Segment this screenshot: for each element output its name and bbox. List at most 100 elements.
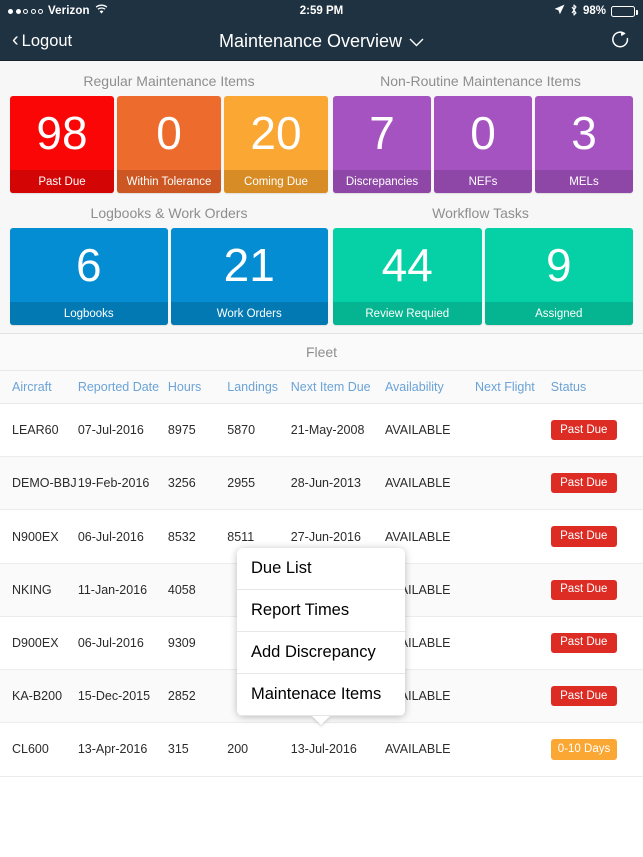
table-row[interactable]: LEAR60 07-Jul-2016 8975 5870 21-May-2008 AVAI… [0, 403, 643, 458]
page-title-label: Maintenance Overview [218, 30, 403, 51]
page-title: Maintenance Overview [0, 31, 643, 52]
tile-past-due[interactable]: 98 Past Due [10, 96, 114, 193]
table-row[interactable]: CL600 13-Apr-2016 315 200 13-Jul-2016 AVAILAB… [0, 722, 643, 777]
dashboard-row-2: 6 Logbooks 21 Work Orders 44 Review Requ… [10, 228, 633, 325]
menu-item-maintenance-items[interactable]: Maintenace Items [237, 674, 405, 716]
dashboard-row-2-titles: Logbooks & Work Orders Workflow Tasks [10, 193, 633, 228]
group-title-regular: Regular Maintenance Items [83, 73, 255, 89]
status-badge[interactable]: Past Due [550, 420, 617, 441]
cell-aircraft: NKING [0, 563, 78, 617]
cell-hours: 9309 [167, 616, 228, 671]
tile-group-logbooks: 6 Logbooks 21 Work Orders [10, 228, 328, 325]
tile-label: Review Requied [333, 302, 482, 325]
refresh-button[interactable] [610, 30, 631, 52]
status-badge[interactable]: Past Due [550, 686, 617, 707]
cell-reported-date: 06-Jul-2016 [77, 616, 168, 671]
tile-review-required[interactable]: 44 Review Requied [333, 228, 482, 325]
wifi-icon [95, 4, 108, 18]
carrier-label: Verizon [48, 5, 90, 17]
column-header-reported-date[interactable]: Reported Date [77, 371, 168, 404]
column-header-next-flight[interactable]: Next Flight [475, 371, 551, 404]
battery-percent-label: 98% [582, 5, 606, 17]
status-bar: Verizon 2:59 PM 98% [0, 0, 643, 22]
cell-aircraft: CL600 [0, 722, 78, 777]
dashboard-row-1: 98 Past Due 0 Within Tolerance 20 Coming… [10, 96, 633, 193]
cell-reported-date: 15-Dec-2015 [77, 669, 168, 724]
menu-item-add-discrepancy[interactable]: Add Discrepancy [237, 632, 405, 674]
tile-value: 6 [75, 239, 102, 291]
tile-coming-due[interactable]: 20 Coming Due [224, 96, 328, 193]
tile-discrepancies[interactable]: 7 Discrepancies [333, 96, 431, 193]
status-badge[interactable]: Past Due [550, 526, 617, 547]
chevron-left-icon: ‹ [12, 29, 19, 51]
battery-icon [611, 5, 638, 17]
cell-next-item-due: 13-Jul-2016 [290, 722, 385, 777]
tile-assigned[interactable]: 9 Assigned [484, 228, 633, 325]
tile-work-orders[interactable]: 21 Work Orders [170, 228, 328, 325]
cell-hours: 8975 [167, 403, 228, 458]
cell-next-item-due: 28-Jun-2013 [290, 456, 385, 511]
cell-next-flight [475, 563, 551, 617]
tile-nefs[interactable]: 0 NEFs [434, 96, 532, 193]
tile-label: Discrepancies [333, 170, 431, 193]
cell-landings: 200 [227, 722, 291, 777]
tile-group-nonroutine: 7 Discrepancies 0 NEFs 3 MELs [333, 96, 633, 193]
popover-arrow-icon [312, 716, 330, 725]
menu-item-due-list[interactable]: Due List [237, 548, 405, 590]
status-badge[interactable]: Past Due [550, 632, 617, 654]
logout-label: Logout [21, 31, 73, 50]
fleet-table-head: Aircraft Reported Date Hours Landings Ne… [0, 371, 643, 404]
location-arrow-icon [554, 4, 565, 18]
tile-value: 20 [250, 107, 302, 159]
cell-next-flight [475, 669, 551, 724]
tile-label: Coming Due [224, 170, 328, 193]
tile-label: MELs [535, 170, 633, 193]
column-header-landings[interactable]: Landings [227, 371, 291, 404]
tile-label: Work Orders [170, 302, 328, 325]
tile-logbooks[interactable]: 6 Logbooks [10, 228, 168, 325]
cell-availability: AVAILABLE [384, 456, 476, 511]
menu-item-report-times[interactable]: Report Times [237, 590, 405, 632]
cell-aircraft: LEAR60 [0, 403, 78, 458]
tile-value: 9 [545, 239, 572, 291]
tile-value: 0 [156, 107, 182, 159]
table-row[interactable]: DEMO-BBJ 19-Feb-2016 3256 2955 28-Jun-2013 AV… [0, 456, 643, 511]
status-badge[interactable]: Past Due [550, 579, 617, 600]
tile-group-regular: 98 Past Due 0 Within Tolerance 20 Coming… [10, 96, 328, 193]
tile-label: Past Due [10, 170, 114, 193]
cell-status: Past Due [550, 456, 643, 511]
table-header-row: Aircraft Reported Date Hours Landings Ne… [0, 371, 643, 404]
status-badge[interactable]: Past Due [550, 473, 617, 494]
tile-group-workflow: 44 Review Requied 9 Assigned [333, 228, 633, 325]
signal-strength-icon [8, 8, 43, 14]
tile-label: Logbooks [10, 302, 168, 325]
cell-next-flight [475, 509, 551, 564]
column-header-availability[interactable]: Availability [384, 371, 476, 404]
cell-aircraft: D900EX [0, 616, 78, 671]
column-header-hours[interactable]: Hours [167, 371, 228, 404]
tile-label: NEFs [434, 170, 532, 193]
cell-landings: 2955 [227, 456, 291, 511]
column-header-next-item-due[interactable]: Next Item Due [290, 371, 385, 404]
dashboard: Regular Maintenance Items Non-Routine Ma… [0, 61, 643, 333]
tile-value: 7 [369, 107, 395, 159]
fleet-title: Fleet [0, 334, 643, 371]
cell-aircraft: N900EX [0, 509, 78, 564]
bluetooth-icon [570, 3, 578, 19]
cell-reported-date: 07-Jul-2016 [77, 403, 168, 458]
status-badge[interactable]: 0-10 Days [550, 739, 618, 760]
cell-landings: 5870 [227, 403, 291, 458]
tile-within-tolerance[interactable]: 0 Within Tolerance [117, 96, 221, 193]
tile-mels[interactable]: 3 MELs [535, 96, 633, 193]
group-title-nonroutine: Non-Routine Maintenance Items [380, 73, 581, 89]
cell-reported-date: 13-Apr-2016 [77, 722, 168, 777]
cell-hours: 2852 [167, 669, 228, 724]
cell-reported-date: 11-Jan-2016 [77, 563, 168, 617]
chevron-down-icon[interactable] [409, 31, 424, 52]
logout-button[interactable]: ‹ Logout [12, 29, 73, 51]
tile-value: 21 [223, 239, 275, 291]
column-header-aircraft[interactable]: Aircraft [0, 371, 78, 404]
dashboard-row-1-titles: Regular Maintenance Items Non-Routine Ma… [10, 61, 633, 96]
column-header-status[interactable]: Status [550, 371, 643, 404]
cell-status: Past Due [550, 403, 643, 458]
